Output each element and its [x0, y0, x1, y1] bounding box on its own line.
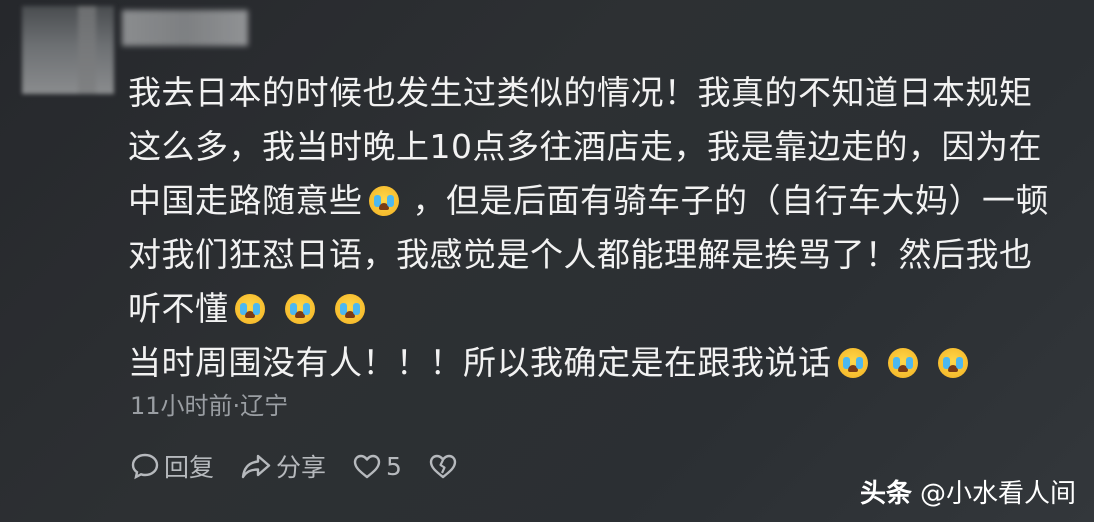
- comment-line: 中国走路随意些 ，但是后面有骑车子的（自行车大妈）一顿: [128, 181, 1049, 220]
- comment-line: 听不懂: [128, 282, 1078, 336]
- share-button[interactable]: 分享: [240, 448, 326, 484]
- comment-bubble-icon: [131, 453, 159, 480]
- like-button[interactable]: 5: [352, 451, 402, 481]
- comment-time-location: 11小时前·辽宁: [130, 392, 289, 420]
- dislike-button[interactable]: [428, 451, 462, 481]
- comment-text: 我去日本的时候也发生过类似的情况！我真的不知道日本规矩 这么多，我当时晚上10点…: [128, 66, 1078, 390]
- watermark: 头条 @小水看人间: [860, 473, 1076, 510]
- reply-button[interactable]: 回复: [130, 448, 214, 484]
- share-arrow-icon: [241, 454, 271, 479]
- watermark-account: @小水看人间: [919, 479, 1076, 509]
- comment-line: 当时周围没有人！！！所以我确定是在跟我说话: [128, 336, 1078, 390]
- comment-line: 对我们狂怼日语，我感觉是个人都能理解是挨骂了！然后我也: [128, 235, 1033, 274]
- comment-line: 我去日本的时候也发生过类似的情况！我真的不知道日本规矩: [128, 73, 1033, 112]
- broken-heart-icon: [429, 454, 457, 479]
- crying-face-icon: [284, 294, 315, 324]
- share-label: 分享: [276, 453, 327, 482]
- reply-label: 回复: [164, 453, 215, 482]
- crying-face-icon: [937, 348, 968, 378]
- crying-face-icon: [887, 348, 918, 378]
- heart-icon: [353, 454, 381, 479]
- crying-face-icon: [334, 294, 365, 324]
- watermark-brand: 头条: [859, 479, 912, 509]
- avatar[interactable]: [22, 6, 114, 94]
- comment-line: 这么多，我当时晚上10点多往酒店走，我是靠边走的，因为在: [128, 127, 1042, 166]
- like-count: 5: [386, 451, 402, 481]
- crying-face-icon: [837, 348, 868, 378]
- username-blurred[interactable]: [122, 10, 248, 46]
- comment-actions: 回复 分享 5: [130, 448, 488, 484]
- crying-face-icon: [368, 186, 399, 216]
- crying-face-icon: [234, 294, 265, 324]
